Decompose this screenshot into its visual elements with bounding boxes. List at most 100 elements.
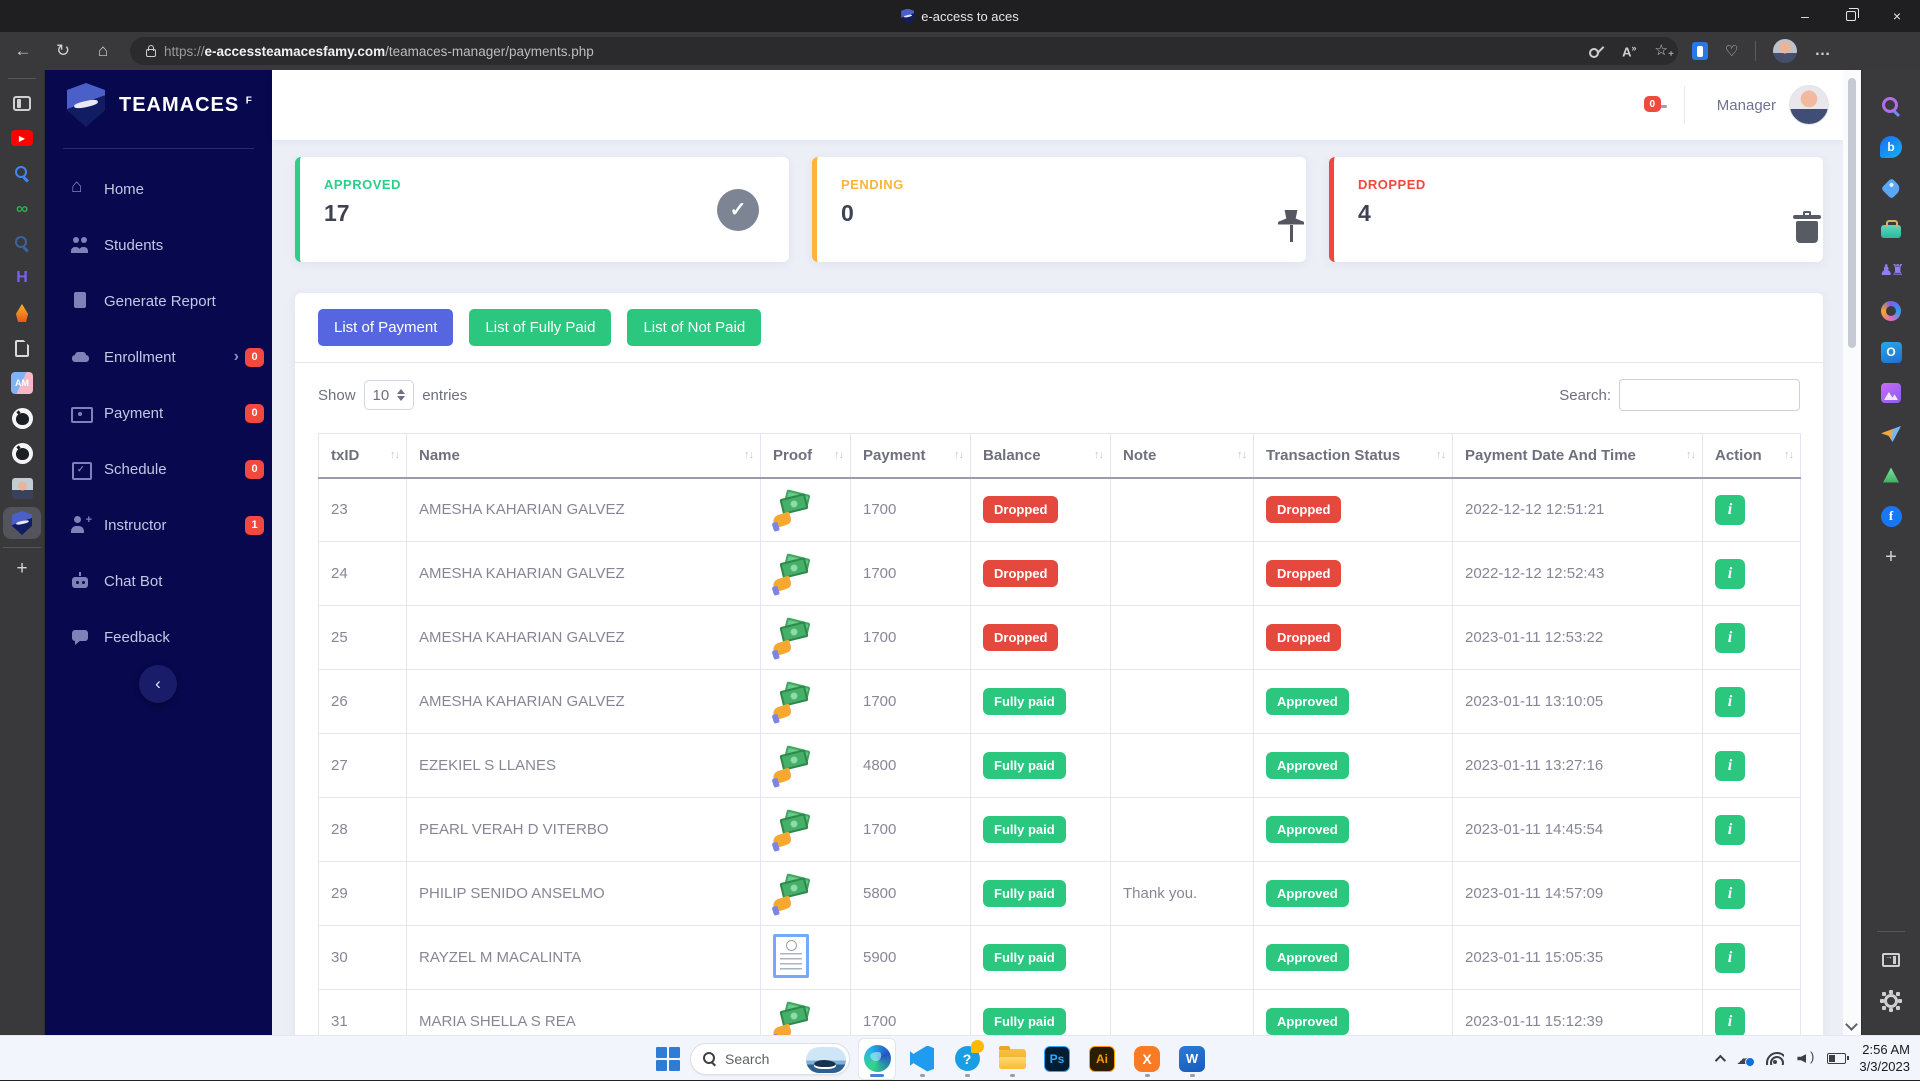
search-tab-icon[interactable]: [14, 165, 30, 181]
sidebar-item-generate-report[interactable]: Generate Report: [45, 273, 272, 329]
edge-sidebar-button[interactable]: f: [1878, 504, 1904, 528]
page-scrollbar[interactable]: [1843, 70, 1861, 1035]
edge-sidebar-button[interactable]: [1878, 217, 1904, 241]
address-bar[interactable]: https://e-accessteamacesfamy.com/teamace…: [130, 37, 1678, 65]
sidebar-collapse-button[interactable]: ‹: [139, 665, 177, 703]
edge-sidebar-button[interactable]: [1878, 176, 1904, 200]
vertical-tab[interactable]: [3, 507, 41, 539]
cash-proof-thumbnail[interactable]: [773, 554, 813, 590]
file-explorer-taskbar-icon[interactable]: [999, 1049, 1026, 1069]
column-header[interactable]: Payment Date And Time: [1453, 434, 1703, 478]
back-button[interactable]: ←: [6, 36, 40, 66]
taskbar-app-button[interactable]: Ai: [1084, 1039, 1120, 1079]
document-tab-icon[interactable]: [15, 340, 29, 357]
add-to-sidebar-button[interactable]: +: [1885, 546, 1897, 569]
sidebar-item-home[interactable]: Home: [45, 161, 272, 217]
taskbar-app-button[interactable]: X: [1129, 1039, 1165, 1079]
outlook-icon[interactable]: O: [1881, 342, 1902, 363]
edge-sidebar-button[interactable]: [1878, 381, 1904, 405]
tools-icon[interactable]: [1881, 225, 1901, 238]
shopping-icon[interactable]: [1880, 177, 1901, 198]
info-action-button[interactable]: i: [1715, 559, 1745, 589]
column-header[interactable]: Payment: [851, 434, 971, 478]
edge-sidebar-button[interactable]: [1878, 94, 1904, 118]
image-creator-icon[interactable]: [1881, 383, 1901, 403]
page-url[interactable]: https://e-accessteamacesfamy.com/teamace…: [164, 44, 594, 59]
info-action-button[interactable]: i: [1715, 1007, 1745, 1036]
info-action-button[interactable]: i: [1715, 751, 1745, 781]
cash-proof-thumbnail[interactable]: [773, 746, 813, 782]
taskbar-search-box[interactable]: Search: [690, 1043, 850, 1075]
flame-site-tab-icon[interactable]: [14, 304, 30, 322]
games-icon[interactable]: ♟♜: [1880, 261, 1903, 279]
sidebar-item-enrollment[interactable]: Enrollment › 0: [45, 329, 272, 385]
tree-icon[interactable]: [1883, 468, 1899, 483]
vertical-tab[interactable]: [3, 297, 41, 329]
sidebar-item-students[interactable]: Students: [45, 217, 272, 273]
list-of-fully-paid-button[interactable]: List of Fully Paid: [469, 309, 611, 346]
list-of-not-paid-button[interactable]: List of Not Paid: [627, 309, 761, 346]
edge-sidebar-button[interactable]: b: [1878, 135, 1904, 159]
vertical-tab[interactable]: [3, 402, 41, 434]
sidebar-item-instructor[interactable]: Instructor 1: [45, 497, 272, 553]
volume-icon[interactable]: [1797, 1052, 1814, 1065]
more-menu-icon[interactable]: …: [1814, 42, 1831, 60]
sidebar-item-schedule[interactable]: Schedule 0: [45, 441, 272, 497]
taskbar-app-button[interactable]: [904, 1039, 940, 1079]
column-header[interactable]: Note: [1111, 434, 1254, 478]
edge-taskbar-icon[interactable]: [864, 1045, 891, 1072]
wifi-icon[interactable]: [1766, 1052, 1784, 1065]
refresh-button[interactable]: ↻: [46, 36, 80, 66]
search-input[interactable]: [1619, 379, 1800, 411]
minimize-button[interactable]: –: [1782, 0, 1828, 32]
sidebar-item-feedback[interactable]: Feedback: [45, 609, 272, 665]
profile-photo-tab-icon[interactable]: [12, 478, 33, 499]
cash-proof-thumbnail[interactable]: [773, 618, 813, 654]
vertical-tab[interactable]: [3, 437, 41, 469]
sidebar-item-chat-bot[interactable]: Chat Bot: [45, 553, 272, 609]
scrollbar-thumb[interactable]: [1848, 78, 1856, 348]
favorite-star-icon[interactable]: ☆+: [1655, 43, 1668, 58]
lock-icon[interactable]: [146, 49, 156, 57]
taskbar-app-button[interactable]: [859, 1039, 895, 1079]
edge-sidebar-button[interactable]: [1878, 299, 1904, 323]
vscode-taskbar-icon[interactable]: [910, 1046, 934, 1072]
new-tab-button[interactable]: +: [16, 558, 27, 580]
home-button[interactable]: ⌂: [86, 36, 120, 66]
taskbar-app-button[interactable]: Ps: [1039, 1039, 1075, 1079]
youtube-tab-icon[interactable]: ▶: [11, 130, 33, 146]
scroll-down-icon[interactable]: [1845, 1018, 1858, 1031]
column-header[interactable]: Name: [407, 434, 761, 478]
taskbar-app-button[interactable]: W: [1174, 1039, 1210, 1079]
edge-sidebar-button[interactable]: [1878, 463, 1904, 487]
taskbar-clock[interactable]: 2:56 AM 3/3/2023: [1859, 1042, 1910, 1076]
vertical-tabs-toggle-icon[interactable]: [13, 96, 31, 111]
column-header[interactable]: Action: [1703, 434, 1801, 478]
column-header[interactable]: Transaction Status: [1254, 434, 1453, 478]
github-tab-icon[interactable]: [12, 408, 33, 429]
am-site-tab-icon[interactable]: AM: [11, 372, 33, 394]
cash-proof-thumbnail[interactable]: [773, 682, 813, 718]
vertical-tab[interactable]: [3, 87, 41, 119]
cash-proof-thumbnail[interactable]: [773, 490, 813, 526]
xampp-taskbar-icon[interactable]: X: [1134, 1046, 1160, 1072]
photoshop-taskbar-icon[interactable]: Ps: [1044, 1046, 1070, 1072]
taskbar-app-button[interactable]: ?: [949, 1039, 985, 1079]
vertical-tab[interactable]: ∞: [3, 192, 41, 224]
info-action-button[interactable]: i: [1715, 623, 1745, 653]
vertical-tab[interactable]: [3, 472, 41, 504]
info-action-button[interactable]: i: [1715, 943, 1745, 973]
hidden-icons-chevron[interactable]: [1715, 1054, 1726, 1065]
info-action-button[interactable]: i: [1715, 879, 1745, 909]
facebook-icon[interactable]: f: [1881, 506, 1902, 527]
vertical-tab[interactable]: H: [3, 262, 41, 294]
password-icon[interactable]: [1589, 43, 1604, 58]
column-header[interactable]: Balance: [971, 434, 1111, 478]
battery-icon[interactable]: [1827, 1053, 1846, 1064]
page-size-select[interactable]: 10: [364, 380, 415, 410]
search-tab-dim-icon[interactable]: [14, 235, 30, 251]
bing-chat-icon[interactable]: b: [1880, 136, 1902, 158]
vertical-tab[interactable]: +: [3, 547, 41, 583]
microsoft-365-icon[interactable]: [1881, 301, 1901, 321]
sidebar-item-payment[interactable]: Payment 0: [45, 385, 272, 441]
